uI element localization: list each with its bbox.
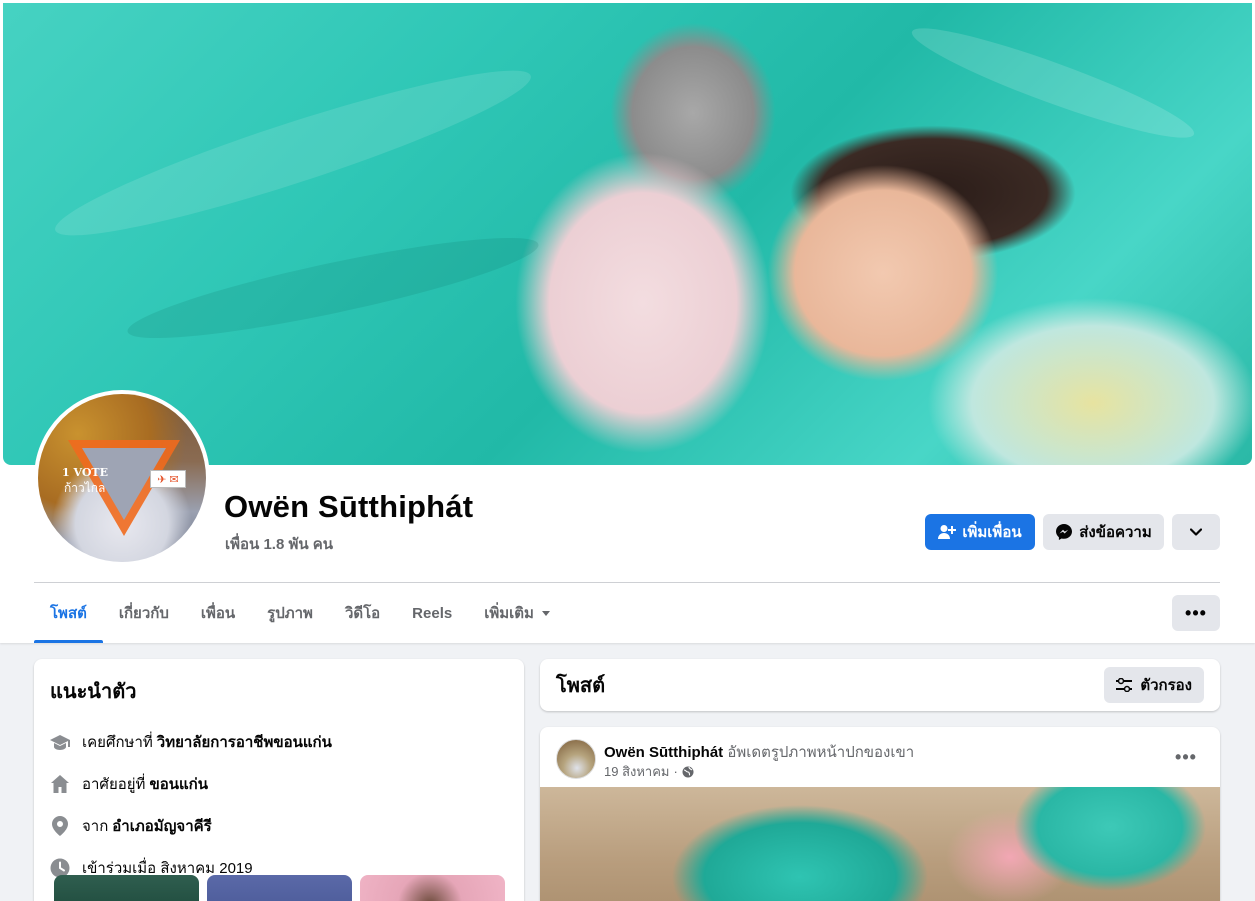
intro-education: เคยศึกษาที่ วิทยาลัยการอาชีพขอนแก่น: [50, 721, 508, 763]
tab-posts[interactable]: โพสต์: [34, 583, 103, 643]
post-author-avatar[interactable]: [556, 739, 596, 779]
add-friend-icon: [938, 525, 957, 539]
lives-value[interactable]: ขอนแก่น: [149, 772, 208, 796]
avatar-image: 1 VOTE ก้าวไกล ✈ ✉: [38, 394, 206, 562]
tab-more[interactable]: เพิ่มเติม: [468, 583, 566, 643]
tab-videos[interactable]: วิดีโอ: [329, 583, 396, 643]
location-pin-icon: [50, 816, 70, 836]
chevron-down-icon: [1190, 528, 1202, 536]
intro-title: แนะนำตัว: [50, 681, 137, 703]
profile-avatar[interactable]: 1 VOTE ก้าวไกล ✈ ✉: [34, 390, 210, 566]
tab-friends[interactable]: เพื่อน: [185, 583, 251, 643]
filter-label: ตัวกรอง: [1140, 677, 1192, 694]
intro-lives: อาศัยอยู่ที่ ขอนแก่น: [50, 763, 508, 805]
featured-photo[interactable]: [360, 875, 505, 901]
posts-header-card: โพสต์ ตัวกรอง: [540, 659, 1220, 711]
profile-tabs: โพสต์ เกี่ยวกับ เพื่อน รูปภาพ วิดีโอ Ree…: [34, 583, 566, 643]
education-value[interactable]: วิทยาลัยการอาชีพขอนแก่น: [157, 730, 332, 754]
graduation-cap-icon: [50, 732, 70, 752]
messenger-icon: [1056, 524, 1073, 540]
cover-blanket-fold: [905, 12, 1201, 154]
intro-from: จาก อำเภอมัญจาคีรี: [50, 805, 508, 847]
cover-photo[interactable]: [3, 3, 1252, 465]
profile-name: Owën Sūtthiphát: [224, 489, 474, 524]
tab-photos[interactable]: รูปภาพ: [251, 583, 329, 643]
globe-icon: [682, 766, 694, 777]
message-button[interactable]: ส่งข้อความ: [1043, 514, 1164, 550]
post-author[interactable]: Owën Sūtthiphát: [604, 744, 723, 761]
ballot-icon: ✈ ✉: [150, 470, 186, 488]
friends-count[interactable]: เพื่อน 1.8 พัน คน: [225, 532, 333, 556]
more-dots-icon: •••: [1175, 746, 1197, 767]
tab-reels[interactable]: Reels: [396, 583, 468, 643]
tabs-menu-button[interactable]: •••: [1172, 595, 1220, 631]
tab-more-label: เพิ่มเติม: [484, 605, 534, 622]
intro-card: แนะนำตัว เคยศึกษาที่ วิทยาลัยการอาชีพขอน…: [34, 659, 524, 901]
filter-button[interactable]: ตัวกรอง: [1104, 667, 1204, 703]
post-card: Owën Sūtthiphát อัพเดตรูปภาพหน้าปกของเขา…: [540, 727, 1220, 901]
tab-about[interactable]: เกี่ยวกับ: [103, 583, 185, 643]
from-value[interactable]: อำเภอมัญจาคีรี: [112, 814, 211, 838]
add-friend-label: เพิ่มเพื่อน: [962, 524, 1022, 541]
featured-photo[interactable]: [207, 875, 352, 901]
cover-blanket-fold: [45, 47, 541, 259]
more-dots-icon: •••: [1185, 602, 1207, 623]
filter-sliders-icon: [1116, 678, 1133, 692]
post-meta: 19 สิงหาคม ·: [604, 761, 694, 782]
lives-prefix: อาศัยอยู่ที่: [82, 776, 146, 793]
post-image[interactable]: [540, 787, 1220, 901]
featured-photo[interactable]: [54, 875, 199, 901]
post-action: อัพเดตรูปภาพหน้าปกของเขา: [727, 744, 915, 761]
education-prefix: เคยศึกษาที่: [82, 734, 153, 751]
avatar-vote-text: 1 VOTE: [62, 466, 108, 479]
profile-more-button[interactable]: [1172, 514, 1220, 550]
message-label: ส่งข้อความ: [1079, 524, 1152, 541]
post-options-button[interactable]: •••: [1168, 745, 1204, 769]
add-friend-button[interactable]: เพิ่มเพื่อน: [925, 514, 1035, 550]
caret-down-icon: [541, 610, 550, 616]
cover-blanket-fold: [122, 219, 544, 357]
posts-title: โพสต์: [556, 675, 606, 697]
avatar-party-text: ก้าวไกล: [64, 481, 106, 495]
from-prefix: จาก: [82, 818, 109, 835]
post-meta-separator: ·: [673, 764, 678, 779]
featured-photos: [54, 875, 505, 901]
post-date[interactable]: 19 สิงหาคม: [604, 761, 670, 782]
home-icon: [50, 774, 70, 794]
